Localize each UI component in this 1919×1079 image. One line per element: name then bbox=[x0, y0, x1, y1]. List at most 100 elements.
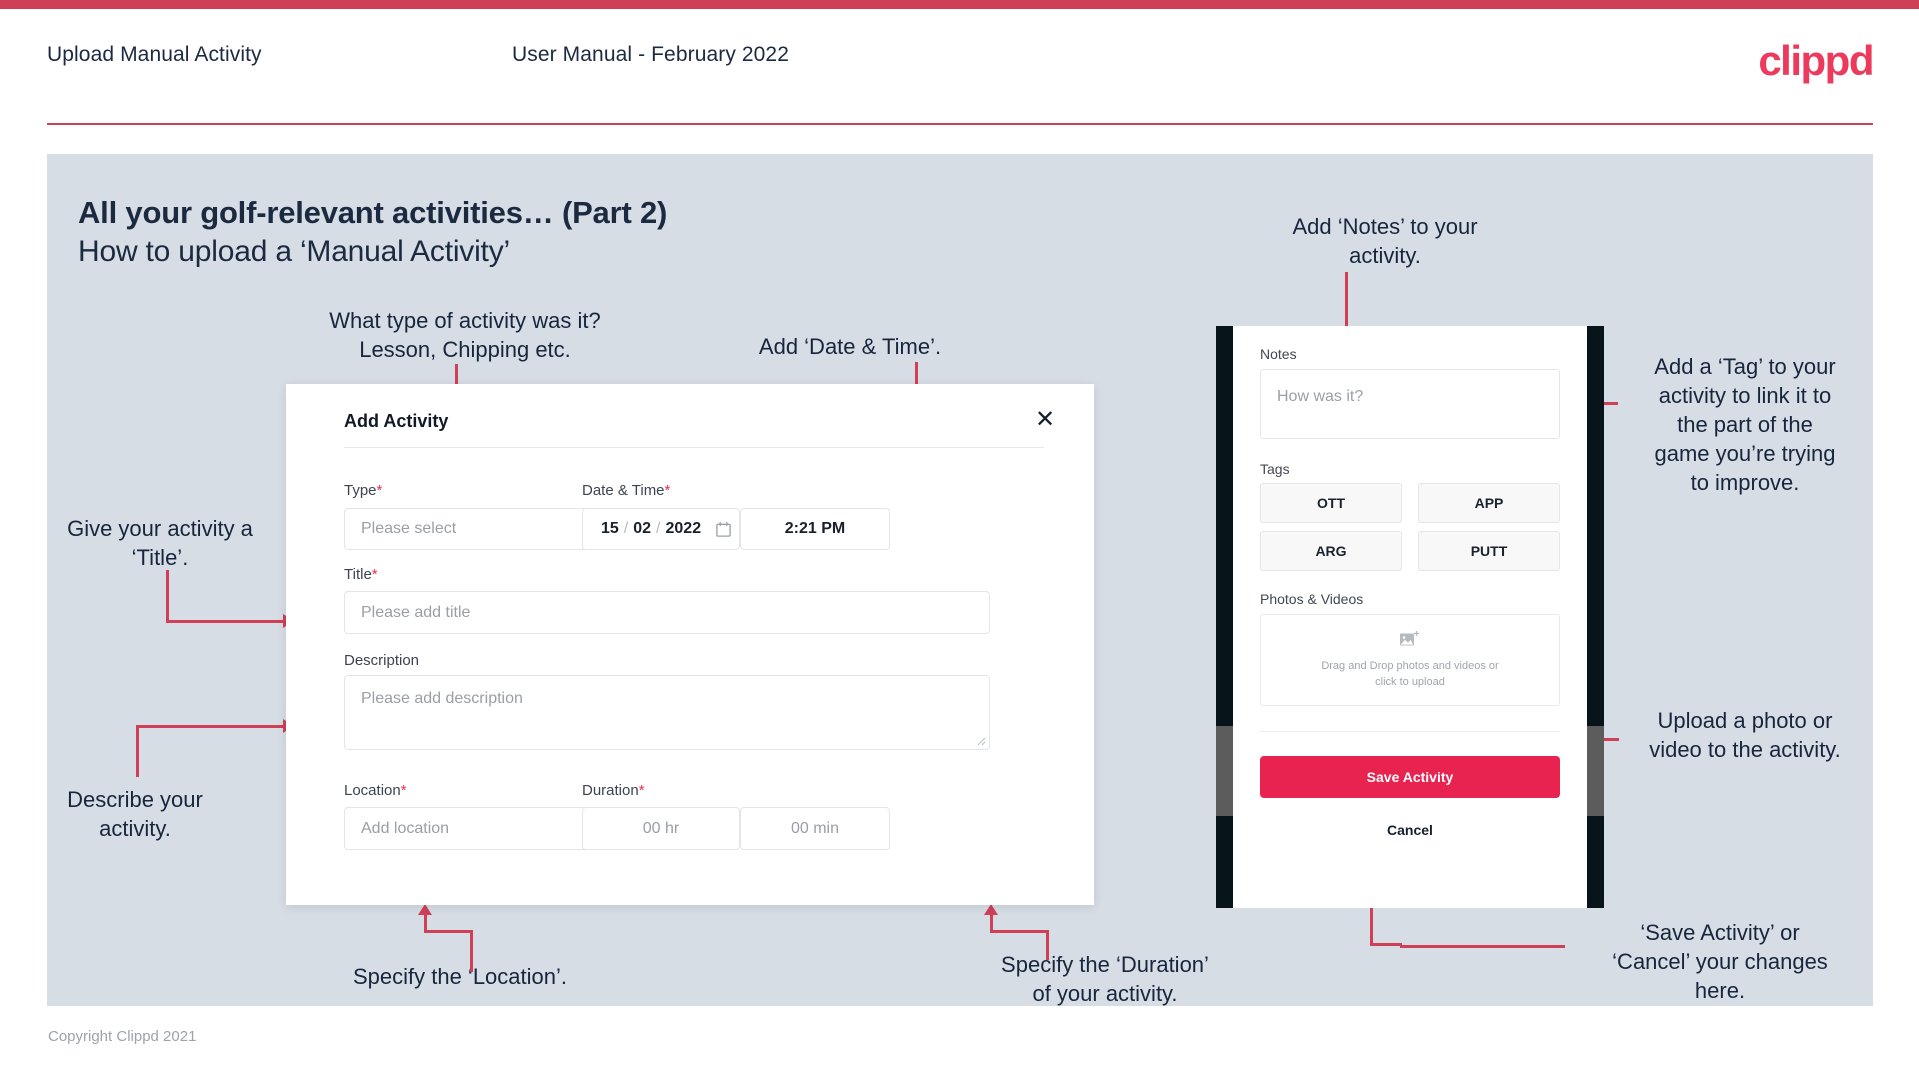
location-placeholder: Add location bbox=[361, 819, 450, 837]
annotation-title: Give your activity a ‘Title’. bbox=[67, 516, 253, 570]
date-sep-1: / bbox=[623, 520, 629, 537]
photo-dropzone[interactable]: Drag and Drop photos and videos or click… bbox=[1260, 614, 1560, 706]
tag-arg-label: ARG bbox=[1315, 543, 1347, 559]
tag-ott-label: OTT bbox=[1317, 495, 1345, 511]
slide-subtitle: How to upload a ‘Manual Activity’ bbox=[78, 235, 510, 268]
location-field-label: Location* bbox=[344, 782, 407, 799]
cancel-button[interactable]: Cancel bbox=[1260, 822, 1560, 838]
connector-save-h2 bbox=[1370, 943, 1402, 946]
dialog-title: Add Activity bbox=[344, 411, 449, 431]
date-sep-2: / bbox=[656, 520, 661, 537]
connector-location-arrow bbox=[418, 904, 432, 915]
connector-desc-h bbox=[136, 725, 286, 728]
phone-divider bbox=[1260, 731, 1560, 732]
add-image-icon bbox=[1400, 631, 1419, 646]
tags-label: Tags bbox=[1260, 461, 1290, 477]
annotation-tags: Add a ‘Tag’ to your activity to link it … bbox=[1654, 354, 1836, 495]
connector-location-h bbox=[424, 930, 473, 933]
page-title: Upload Manual Activity bbox=[47, 43, 262, 66]
tag-putt-label: PUTT bbox=[1470, 543, 1508, 559]
annotation-notes: Add ‘Notes’ to your activity. bbox=[1292, 214, 1478, 268]
duration-hours-input[interactable]: 00 hr bbox=[582, 807, 740, 850]
phone-screen: Notes How was it? Tags OTT APP ARG PUTT … bbox=[1233, 326, 1587, 908]
phone-bezel-left bbox=[1216, 326, 1233, 908]
cancel-label: Cancel bbox=[1387, 822, 1433, 838]
duration-minutes-value: 00 min bbox=[790, 819, 840, 837]
connector-save-h bbox=[1400, 945, 1565, 948]
title-placeholder: Please add title bbox=[361, 603, 471, 621]
save-activity-button[interactable]: Save Activity bbox=[1260, 756, 1560, 798]
annotation-location: Specify the ‘Location’. bbox=[352, 964, 568, 989]
notes-textarea[interactable]: How was it? bbox=[1260, 369, 1560, 439]
tag-app-label: APP bbox=[1474, 495, 1504, 511]
dropzone-line-1: Drag and Drop photos and videos or bbox=[1321, 660, 1499, 672]
save-activity-label: Save Activity bbox=[1366, 769, 1454, 785]
type-field-label: Type* bbox=[344, 482, 382, 499]
date-year: 2022 bbox=[665, 520, 702, 537]
tag-putt[interactable]: PUTT bbox=[1418, 531, 1560, 571]
time-input[interactable]: 2:21 PM bbox=[740, 508, 890, 550]
connector-duration-arrow bbox=[984, 904, 998, 915]
connector-duration-v2 bbox=[1046, 930, 1049, 960]
annotation-save: ‘Save Activity’ or ‘Cancel’ your changes… bbox=[1612, 920, 1828, 1003]
tag-ott[interactable]: OTT bbox=[1260, 483, 1402, 523]
description-field-label: Description bbox=[344, 652, 420, 669]
annotation-datetime: Add ‘Date & Time’. bbox=[758, 334, 942, 359]
type-label-text: Type bbox=[344, 482, 377, 499]
connector-title-v bbox=[166, 570, 169, 622]
photos-label: Photos & Videos bbox=[1260, 591, 1364, 607]
header-subtitle: User Manual - February 2022 bbox=[512, 43, 789, 66]
header-divider bbox=[47, 123, 1873, 125]
type-placeholder: Please select bbox=[361, 520, 457, 537]
title-label-text: Title bbox=[344, 566, 372, 583]
close-icon[interactable]: ✕ bbox=[1030, 405, 1060, 435]
connector-desc-v bbox=[136, 725, 139, 777]
clippd-logo: clippd bbox=[1758, 37, 1874, 84]
description-textarea[interactable]: Please add description bbox=[344, 675, 990, 750]
slide-title: All your golf-relevant activities… (Part… bbox=[78, 195, 668, 230]
title-required-marker: * bbox=[371, 566, 378, 583]
phone-bezel-right bbox=[1587, 326, 1604, 908]
title-field-label: Title* bbox=[344, 566, 378, 583]
calendar-icon[interactable] bbox=[715, 521, 732, 538]
type-required-marker: * bbox=[376, 482, 383, 499]
duration-field-label: Duration* bbox=[582, 782, 645, 799]
annotation-description: Describe your activity. bbox=[67, 787, 203, 841]
slide-root: Upload Manual Activity User Manual - Feb… bbox=[0, 0, 1919, 1079]
phone-button-left bbox=[1216, 726, 1233, 816]
tag-app[interactable]: APP bbox=[1418, 483, 1560, 523]
connector-location-v2 bbox=[470, 930, 473, 972]
duration-required-marker: * bbox=[638, 782, 645, 799]
connector-title-h bbox=[166, 620, 286, 623]
annotation-photos: Upload a photo or video to the activity. bbox=[1649, 708, 1841, 762]
notes-placeholder: How was it? bbox=[1277, 388, 1364, 405]
datetime-required-marker: * bbox=[664, 482, 671, 499]
connector-location-v1 bbox=[424, 914, 427, 932]
duration-hours-value: 00 hr bbox=[642, 819, 680, 837]
location-label-text: Location bbox=[344, 782, 401, 799]
date-input[interactable]: 15 / 02 / 2022 bbox=[582, 508, 740, 550]
copyright-text: Copyright Clippd 2021 bbox=[48, 1028, 197, 1045]
connector-duration-v1 bbox=[990, 914, 993, 932]
phone-mockup: Notes How was it? Tags OTT APP ARG PUTT … bbox=[1216, 326, 1604, 908]
tag-arg[interactable]: ARG bbox=[1260, 531, 1402, 571]
dropzone-line-2: click to upload bbox=[1375, 676, 1445, 688]
annotation-type: What type of activity was it? Lesson, Ch… bbox=[329, 308, 601, 362]
date-day: 15 bbox=[601, 520, 619, 537]
top-accent-bar bbox=[0, 0, 1919, 9]
add-activity-dialog: Add Activity ✕ Type* Please select Date … bbox=[286, 384, 1094, 905]
location-required-marker: * bbox=[400, 782, 407, 799]
duration-label-text: Duration bbox=[582, 782, 639, 799]
annotation-duration: Specify the ‘Duration’ of your activity. bbox=[1001, 952, 1209, 1006]
title-input[interactable]: Please add title bbox=[344, 591, 990, 634]
time-value: 2:21 PM bbox=[784, 520, 846, 537]
description-placeholder: Please add description bbox=[361, 690, 523, 707]
datetime-label-text: Date & Time bbox=[582, 482, 665, 499]
dialog-divider bbox=[344, 447, 1044, 448]
connector-duration-h bbox=[990, 930, 1049, 933]
duration-minutes-input[interactable]: 00 min bbox=[740, 807, 890, 850]
phone-button-right bbox=[1587, 726, 1604, 816]
date-month: 02 bbox=[633, 520, 652, 537]
notes-label: Notes bbox=[1260, 346, 1297, 362]
resize-handle-icon[interactable] bbox=[976, 736, 986, 746]
